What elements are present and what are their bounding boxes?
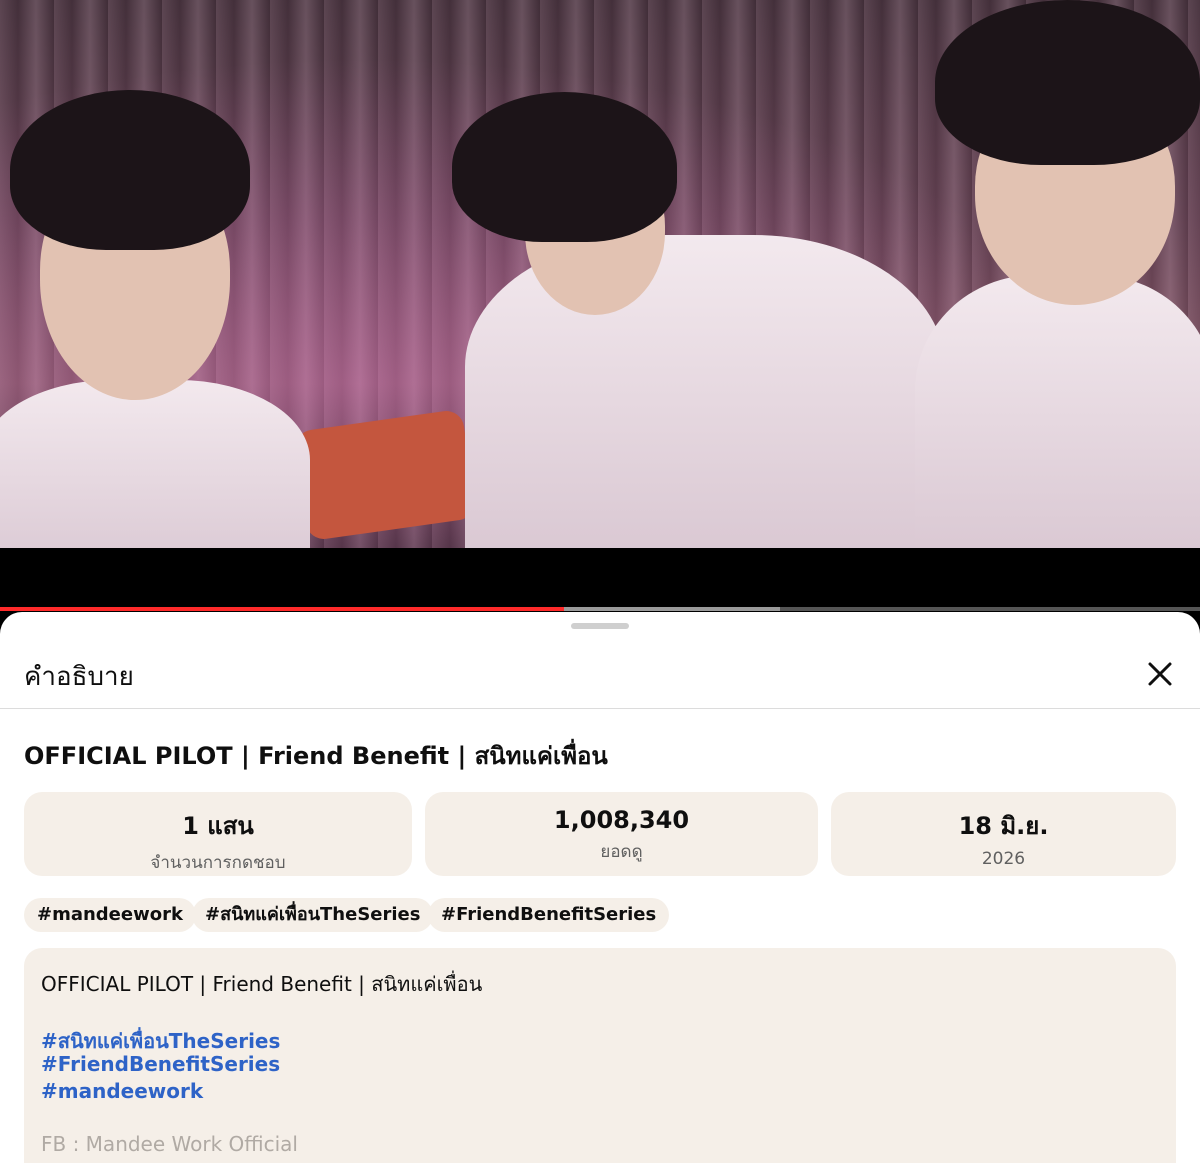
- description-first-line: OFFICIAL PILOT | Friend Benefit | สนิทแค…: [41, 972, 483, 996]
- description-fb-line: FB : Mandee Work Official: [41, 1132, 298, 1156]
- left-person-hair: [10, 90, 250, 250]
- hashtag-chip[interactable]: #FriendBenefitSeries: [428, 898, 670, 932]
- right-person-hair: [935, 0, 1200, 165]
- video-letterbox: [0, 548, 1200, 608]
- views-stat: 1,008,340 ยอดดู: [425, 792, 818, 876]
- date-stat: 18 มิ.ย. 2026: [831, 792, 1176, 876]
- left-person-shirt: [0, 380, 310, 548]
- views-value: 1,008,340: [553, 806, 690, 834]
- right-person-shirt: [915, 275, 1200, 548]
- close-icon: [1148, 662, 1172, 686]
- likes-label: จำนวนการกดชอบ: [150, 853, 286, 873]
- hashtag-chip[interactable]: #mandeework: [24, 898, 196, 932]
- sheet-title: คำอธิบาย: [24, 662, 134, 692]
- views-label: ยอดดู: [600, 842, 643, 862]
- progress-played: [0, 607, 564, 611]
- orange-pillow: [293, 408, 477, 542]
- close-button[interactable]: [1138, 652, 1182, 696]
- middle-person-hair: [452, 92, 677, 242]
- middle-person-shirt: [465, 235, 945, 548]
- description-hashtag[interactable]: #FriendBenefitSeries: [41, 1052, 280, 1076]
- video-progress-bar[interactable]: [0, 607, 1200, 611]
- description-hashtag[interactable]: #mandeework: [41, 1079, 203, 1103]
- video-player[interactable]: [0, 0, 1200, 548]
- description-sheet: คำอธิบาย OFFICIAL PILOT | Friend Benefit…: [0, 612, 1200, 1163]
- likes-stat: 1 แสน จำนวนการกดชอบ: [24, 792, 412, 876]
- date-year: 2026: [981, 849, 1026, 869]
- header-divider: [0, 708, 1200, 709]
- drag-handle[interactable]: [571, 623, 629, 629]
- video-title: OFFICIAL PILOT | Friend Benefit | สนิทแค…: [24, 742, 608, 770]
- likes-value: 1 แสน: [182, 812, 254, 840]
- description-box: OFFICIAL PILOT | Friend Benefit | สนิทแค…: [24, 948, 1176, 1163]
- hashtag-chip[interactable]: #สนิทแค่เพื่อนTheSeries: [192, 898, 434, 932]
- date-value: 18 มิ.ย.: [958, 812, 1049, 840]
